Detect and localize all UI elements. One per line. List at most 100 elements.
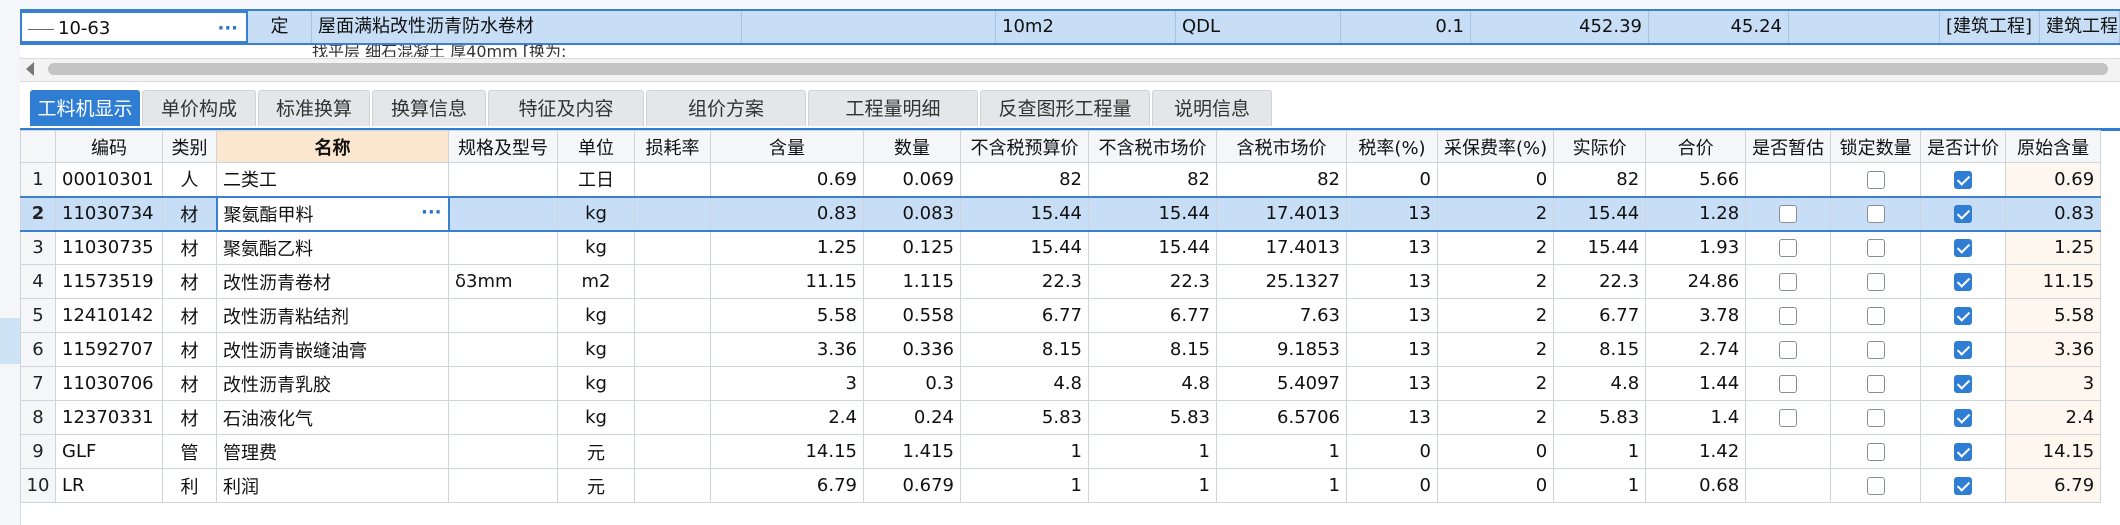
material-spec[interactable] [448, 468, 558, 503]
material-code[interactable]: 11030735 [55, 230, 163, 265]
material-category[interactable]: 材 [162, 230, 217, 265]
tax-rate[interactable]: 0 [1346, 434, 1438, 469]
priced-cell[interactable] [1920, 434, 2007, 469]
col-header-code[interactable]: 编码 [55, 130, 163, 163]
tax-market-price[interactable]: 17.4013 [1216, 195, 1347, 232]
locked-cell[interactable] [1830, 434, 1922, 469]
priced-checkbox[interactable] [1954, 239, 1973, 258]
priced-checkbox[interactable] [1954, 273, 1973, 291]
table-row[interactable]: 6 11592707 材改性沥青嵌缝油膏 kg 3.36 0.336 8.15 8.15 9.1… [20, 332, 2102, 367]
estimate-checkbox[interactable] [1779, 341, 1798, 359]
material-spec[interactable] [448, 230, 558, 265]
priced-checkbox[interactable] [1954, 409, 1973, 427]
actual-price[interactable]: 8.15 [1553, 332, 1647, 367]
content-value[interactable]: 11.15 [710, 264, 864, 299]
original-content[interactable]: 6.79 [2005, 468, 2102, 503]
material-name[interactable]: 聚氨酯甲料 ··· [215, 195, 450, 232]
quota-row-selected[interactable]: 10-63 ··· 定 屋面满粘改性沥青防水卷材 10m2 QDL 0.1 45… [20, 9, 2120, 45]
quantity-value[interactable]: 1.115 [863, 264, 961, 299]
pretax-market-price[interactable]: 5.83 [1088, 400, 1217, 435]
locked-cell[interactable] [1830, 230, 1922, 265]
more-icon[interactable]: ··· [421, 199, 442, 228]
material-unit[interactable]: kg [557, 230, 635, 265]
priced-checkbox[interactable] [1954, 341, 1973, 359]
loss-rate[interactable] [634, 332, 711, 367]
loss-rate[interactable] [634, 264, 711, 299]
total-price[interactable]: 1.42 [1645, 434, 1747, 469]
original-content[interactable]: 0.83 [2005, 195, 2102, 232]
priced-cell[interactable] [1920, 162, 2007, 197]
col-header-unit[interactable]: 单位 [557, 130, 635, 163]
quantity-value[interactable]: 1.415 [863, 434, 961, 469]
table-row[interactable]: 10 LR 利利润元 6.79 0.679 1 1 1 0 0 1 0.68 6.79 [20, 468, 2102, 503]
priced-cell[interactable] [1920, 400, 2007, 435]
col-header-estimate[interactable]: 是否暂估 [1745, 130, 1832, 163]
material-category[interactable]: 材 [162, 400, 217, 435]
content-value[interactable]: 14.15 [710, 434, 864, 469]
locked-checkbox[interactable] [1866, 239, 1885, 258]
material-code[interactable]: 00010301 [55, 162, 163, 197]
locked-checkbox[interactable] [1866, 205, 1885, 223]
locked-cell[interactable] [1830, 468, 1922, 503]
material-unit[interactable]: kg [557, 332, 635, 367]
loss-rate[interactable] [634, 298, 711, 333]
quantity-value[interactable]: 0.125 [863, 230, 961, 265]
actual-price[interactable]: 1 [1553, 434, 1647, 469]
total-price[interactable]: 0.68 [1645, 468, 1747, 503]
original-content[interactable]: 11.15 [2005, 264, 2102, 299]
material-category[interactable]: 材 [162, 195, 217, 232]
tax-rate[interactable]: 13 [1346, 400, 1438, 435]
actual-price[interactable]: 4.8 [1553, 366, 1647, 401]
locked-cell[interactable] [1830, 162, 1922, 197]
original-content[interactable]: 14.15 [2005, 434, 2102, 469]
estimate-cell[interactable] [1745, 162, 1832, 197]
loss-rate[interactable] [634, 434, 711, 469]
estimate-cell[interactable] [1745, 400, 1832, 435]
material-code[interactable]: LR [55, 468, 163, 503]
pretax-market-price[interactable]: 22.3 [1088, 264, 1217, 299]
material-name[interactable]: 改性沥青粘结剂 [216, 298, 449, 333]
pretax-budget-price[interactable]: 5.83 [960, 400, 1089, 435]
locked-cell[interactable] [1830, 195, 1922, 232]
content-value[interactable]: 0.69 [710, 162, 864, 197]
locked-checkbox[interactable] [1866, 477, 1885, 495]
pretax-market-price[interactable]: 6.77 [1088, 298, 1217, 333]
locked-checkbox[interactable] [1866, 409, 1885, 427]
estimate-cell[interactable] [1745, 195, 1832, 232]
table-row[interactable]: 7 11030706 材改性沥青乳胶 kg 3 0.3 4.8 4.8 5.4097 13 2 4.8… [20, 366, 2102, 401]
col-header-quantity[interactable]: 数量 [863, 130, 961, 163]
locked-cell[interactable] [1830, 332, 1922, 367]
original-content[interactable]: 0.69 [2005, 162, 2102, 197]
estimate-cell[interactable] [1745, 366, 1832, 401]
material-spec[interactable] [448, 332, 558, 367]
pretax-market-price[interactable]: 1 [1088, 468, 1217, 503]
original-content[interactable]: 3 [2005, 366, 2102, 401]
quantity-value[interactable]: 0.24 [863, 400, 961, 435]
row-index[interactable]: 4 [20, 264, 56, 299]
priced-cell[interactable] [1920, 468, 2007, 503]
actual-price[interactable]: 5.83 [1553, 400, 1647, 435]
table-row[interactable]: 9 GLF 管管理费元 14.15 1.415 1 1 1 0 0 1 1.42 14.15 [20, 434, 2102, 469]
material-unit[interactable]: 元 [557, 434, 635, 469]
cb-rate[interactable]: 2 [1436, 400, 1555, 435]
tax-market-price[interactable]: 5.4097 [1216, 366, 1347, 401]
table-row[interactable]: 4 11573519 材改性沥青卷材 δ3mm m2 11.15 1.115 22.3 22.3… [20, 264, 2102, 299]
estimate-checkbox[interactable] [1779, 307, 1798, 325]
material-code[interactable]: 11030734 [55, 195, 163, 232]
material-name[interactable]: 石油液化气 [216, 400, 449, 435]
col-header-loss-rate[interactable]: 损耗率 [634, 130, 711, 163]
actual-price[interactable]: 1 [1553, 468, 1647, 503]
priced-cell[interactable] [1920, 298, 2007, 333]
tax-market-price[interactable]: 82 [1216, 162, 1347, 197]
tax-rate[interactable]: 13 [1346, 332, 1438, 367]
locked-cell[interactable] [1830, 366, 1922, 401]
content-value[interactable]: 1.25 [710, 230, 864, 265]
estimate-checkbox[interactable] [1779, 375, 1798, 393]
col-header-spec[interactable]: 规格及型号 [448, 130, 558, 163]
material-name[interactable]: 聚氨酯乙料 [216, 230, 449, 265]
material-spec[interactable] [448, 195, 558, 232]
pretax-market-price[interactable]: 15.44 [1088, 195, 1217, 232]
material-unit[interactable]: m2 [557, 264, 635, 299]
tab-materials[interactable]: 工料机显示 [30, 90, 140, 126]
quantity-value[interactable]: 0.069 [863, 162, 961, 197]
